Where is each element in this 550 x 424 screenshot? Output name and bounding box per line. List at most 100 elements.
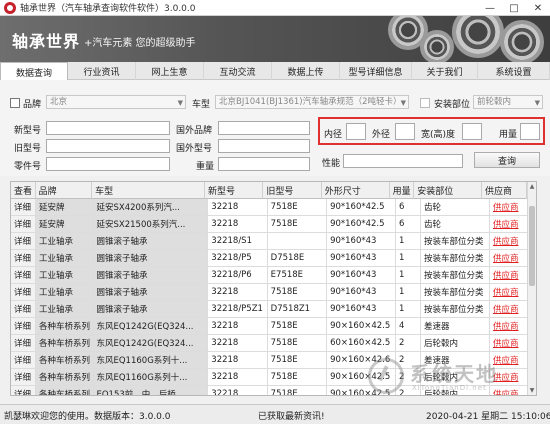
tab-data-upload[interactable]: 数据上传 bbox=[272, 62, 340, 80]
detail-button[interactable]: 详细 bbox=[11, 335, 37, 352]
table-header: 查看 品牌 车型 新型号 旧型号 外形尺寸 用量 安装部位 供应商 bbox=[11, 182, 536, 199]
detail-button[interactable]: 详细 bbox=[11, 199, 37, 216]
table-row[interactable]: 详细 工业轴承 圆锥滚子轴承 32218 7518E 90*160*43 1 按装车部位分类供… bbox=[11, 284, 536, 301]
table-row[interactable]: 详细 延安牌 延安SX21500系列汽... 32218 7518E 90*160*42.… bbox=[11, 216, 536, 233]
col-old-model-cell: D7518E bbox=[267, 250, 328, 267]
brand-checkbox[interactable] bbox=[10, 98, 20, 108]
table-row[interactable]: 详细 各种车桥系列 东风EQ1242G(EQ324... 32218 7518E 90×1… bbox=[11, 318, 536, 335]
weight-label: 重量 bbox=[196, 162, 215, 172]
table-row[interactable]: 详细 工业轴承 圆锥滚子轴承 32218/S1 90*160*43 1 按装车部位分类 供应商 bbox=[11, 233, 536, 250]
car-model-select[interactable]: 北京BJ1041(BJ1361)汽车轴承规范（2吨轻卡） ▼ bbox=[215, 95, 409, 109]
detail-button[interactable]: 详细 bbox=[11, 216, 37, 233]
col-usage-cell: 1 bbox=[396, 233, 422, 250]
brand-slogan: +汽车元素 您的超级助手 bbox=[84, 38, 196, 49]
col-brand-cell: 延安牌 bbox=[36, 199, 94, 216]
inner-diameter-input[interactable] bbox=[346, 123, 366, 140]
install-position-checkbox[interactable] bbox=[420, 98, 430, 108]
minimize-button[interactable]: — bbox=[478, 0, 502, 16]
col-old-model-cell: 7518E bbox=[267, 318, 328, 335]
tab-interaction[interactable]: 互动交流 bbox=[204, 62, 272, 80]
usage-input[interactable] bbox=[520, 123, 540, 140]
watermark: 系统天地 XiTongTianDi.net bbox=[368, 356, 544, 400]
new-model-input[interactable] bbox=[46, 121, 170, 135]
col-dimensions-cell: 90×160×42.5 bbox=[327, 318, 396, 335]
app-logo-icon bbox=[4, 1, 16, 14]
dimension-highlight: 内径 外径 宽(高)度 用量 bbox=[318, 117, 545, 145]
detail-button[interactable]: 详细 bbox=[11, 352, 37, 369]
col-dimensions-cell: 90*160*42.5 bbox=[327, 199, 396, 216]
search-button[interactable]: 查询 bbox=[474, 152, 540, 168]
col-install-position-cell: 按装车部位分类 bbox=[421, 267, 490, 284]
col-brand-cell: 各种车桥系列 bbox=[36, 352, 94, 369]
table-row[interactable]: 详细 各种车桥系列 东风EQ1242G(EQ324... 32218 7518E 60×1… bbox=[11, 335, 536, 352]
main-tabs: 数据查询 行业资讯 网上生意 互动交流 数据上传 型号详细信息 关于我们 系统设… bbox=[0, 62, 550, 81]
col-old-model-cell: 7518E bbox=[267, 369, 328, 386]
tab-online-business[interactable]: 网上生意 bbox=[136, 62, 204, 80]
maximize-button[interactable]: □ bbox=[502, 0, 526, 16]
detail-button[interactable]: 详细 bbox=[11, 318, 37, 335]
weight-input[interactable] bbox=[218, 157, 310, 171]
detail-button[interactable]: 详细 bbox=[11, 386, 37, 395]
close-button[interactable]: ✕ bbox=[526, 0, 550, 16]
col-old-model-header[interactable]: 旧型号 bbox=[263, 182, 322, 199]
tab-about-us[interactable]: 关于我们 bbox=[412, 62, 478, 80]
status-message: 已获取最新资讯! bbox=[258, 412, 325, 422]
foreign-model-label: 国外型号 bbox=[176, 144, 213, 154]
tab-industry-news[interactable]: 行业资讯 bbox=[68, 62, 136, 80]
tab-model-details[interactable]: 型号详细信息 bbox=[340, 62, 412, 80]
foreign-brand-input[interactable] bbox=[218, 121, 310, 135]
col-car-model-cell: 延安SX21500系列汽... bbox=[93, 216, 209, 233]
scrollbar-thumb[interactable] bbox=[529, 206, 535, 286]
table-row[interactable]: 详细 工业轴承 圆锥滚子轴承 32218/P5Z1 D7518Z1 90*160*43 1 按… bbox=[11, 301, 536, 318]
outer-diameter-input[interactable] bbox=[395, 123, 415, 140]
col-install-position-header[interactable]: 安装部位 bbox=[414, 182, 483, 199]
col-usage-cell: 1 bbox=[396, 250, 422, 267]
col-old-model-cell: 7518E bbox=[267, 284, 328, 301]
table-row[interactable]: 详细 工业轴承 圆锥滚子轴承 32218/P5 D7518E 90*160*43 1 按装车部… bbox=[11, 250, 536, 267]
col-new-model-cell: 32218 bbox=[208, 199, 268, 216]
brand-value: 北京 bbox=[50, 97, 68, 107]
car-model-value: 北京BJ1041(BJ1361)汽车轴承规范（2吨轻卡） bbox=[219, 97, 402, 107]
col-brand-cell: 工业轴承 bbox=[36, 284, 94, 301]
install-position-select[interactable]: 前轮毂内 ▼ bbox=[473, 95, 543, 109]
col-install-position-cell: 按装车部位分类 bbox=[421, 233, 490, 250]
col-car-model-cell: EQ153前、中、后桥... bbox=[93, 386, 209, 395]
col-brand-cell: 各种车桥系列 bbox=[36, 318, 94, 335]
scroll-up-icon[interactable]: ▲ bbox=[528, 182, 536, 191]
brand-title: 轴承世界 bbox=[12, 32, 81, 51]
car-model-label: 车型 bbox=[192, 100, 211, 110]
foreign-model-input[interactable] bbox=[218, 139, 310, 153]
performance-input[interactable] bbox=[343, 154, 463, 168]
detail-button[interactable]: 详细 bbox=[11, 301, 37, 318]
col-dimensions-cell: 90*160*43 bbox=[327, 301, 396, 318]
tab-data-query[interactable]: 数据查询 bbox=[0, 62, 68, 81]
brand-select[interactable]: 北京 ▼ bbox=[46, 95, 186, 109]
table-row[interactable]: 详细 延安牌 延安SX4200系列汽... 32218 7518E 90*160*42.5… bbox=[11, 199, 536, 216]
col-view-header[interactable]: 查看 bbox=[11, 182, 36, 199]
col-dimensions-header[interactable]: 外形尺寸 bbox=[321, 182, 390, 199]
detail-button[interactable]: 详细 bbox=[11, 233, 37, 250]
table-row[interactable]: 详细 工业轴承 圆锥滚子轴承 32218/P6 E7518E 90*160*43 1 按装车部… bbox=[11, 267, 536, 284]
col-car-model-header[interactable]: 车型 bbox=[92, 182, 205, 199]
col-dimensions-cell: 90*160*43 bbox=[327, 267, 396, 284]
filter-panel: 品牌 北京 ▼ 车型 北京BJ1041(BJ1361)汽车轴承规范（2吨轻卡） … bbox=[0, 80, 550, 176]
detail-button[interactable]: 详细 bbox=[11, 284, 37, 301]
part-number-input[interactable] bbox=[46, 157, 170, 171]
inner-diameter-label: 内径 bbox=[324, 130, 343, 140]
width-label: 宽(高)度 bbox=[421, 130, 456, 140]
col-new-model-header[interactable]: 新型号 bbox=[204, 182, 264, 199]
detail-button[interactable]: 详细 bbox=[11, 267, 37, 284]
bearing-image bbox=[420, 30, 454, 62]
col-car-model-cell: 东风EQ1160G系列十... bbox=[93, 352, 209, 369]
width-input[interactable] bbox=[462, 123, 482, 140]
detail-button[interactable]: 详细 bbox=[11, 250, 37, 267]
col-supplier-header[interactable]: 供应商 bbox=[482, 182, 528, 199]
outer-diameter-label: 外径 bbox=[372, 130, 391, 140]
detail-button[interactable]: 详细 bbox=[11, 369, 37, 386]
col-usage-cell: 1 bbox=[396, 267, 422, 284]
col-install-position-cell: 按装车部位分类 bbox=[421, 301, 490, 318]
tab-system-settings[interactable]: 系统设置 bbox=[478, 62, 550, 80]
old-model-input[interactable] bbox=[46, 139, 170, 153]
col-usage-header[interactable]: 用量 bbox=[389, 182, 415, 199]
col-brand-header[interactable]: 品牌 bbox=[35, 182, 93, 199]
